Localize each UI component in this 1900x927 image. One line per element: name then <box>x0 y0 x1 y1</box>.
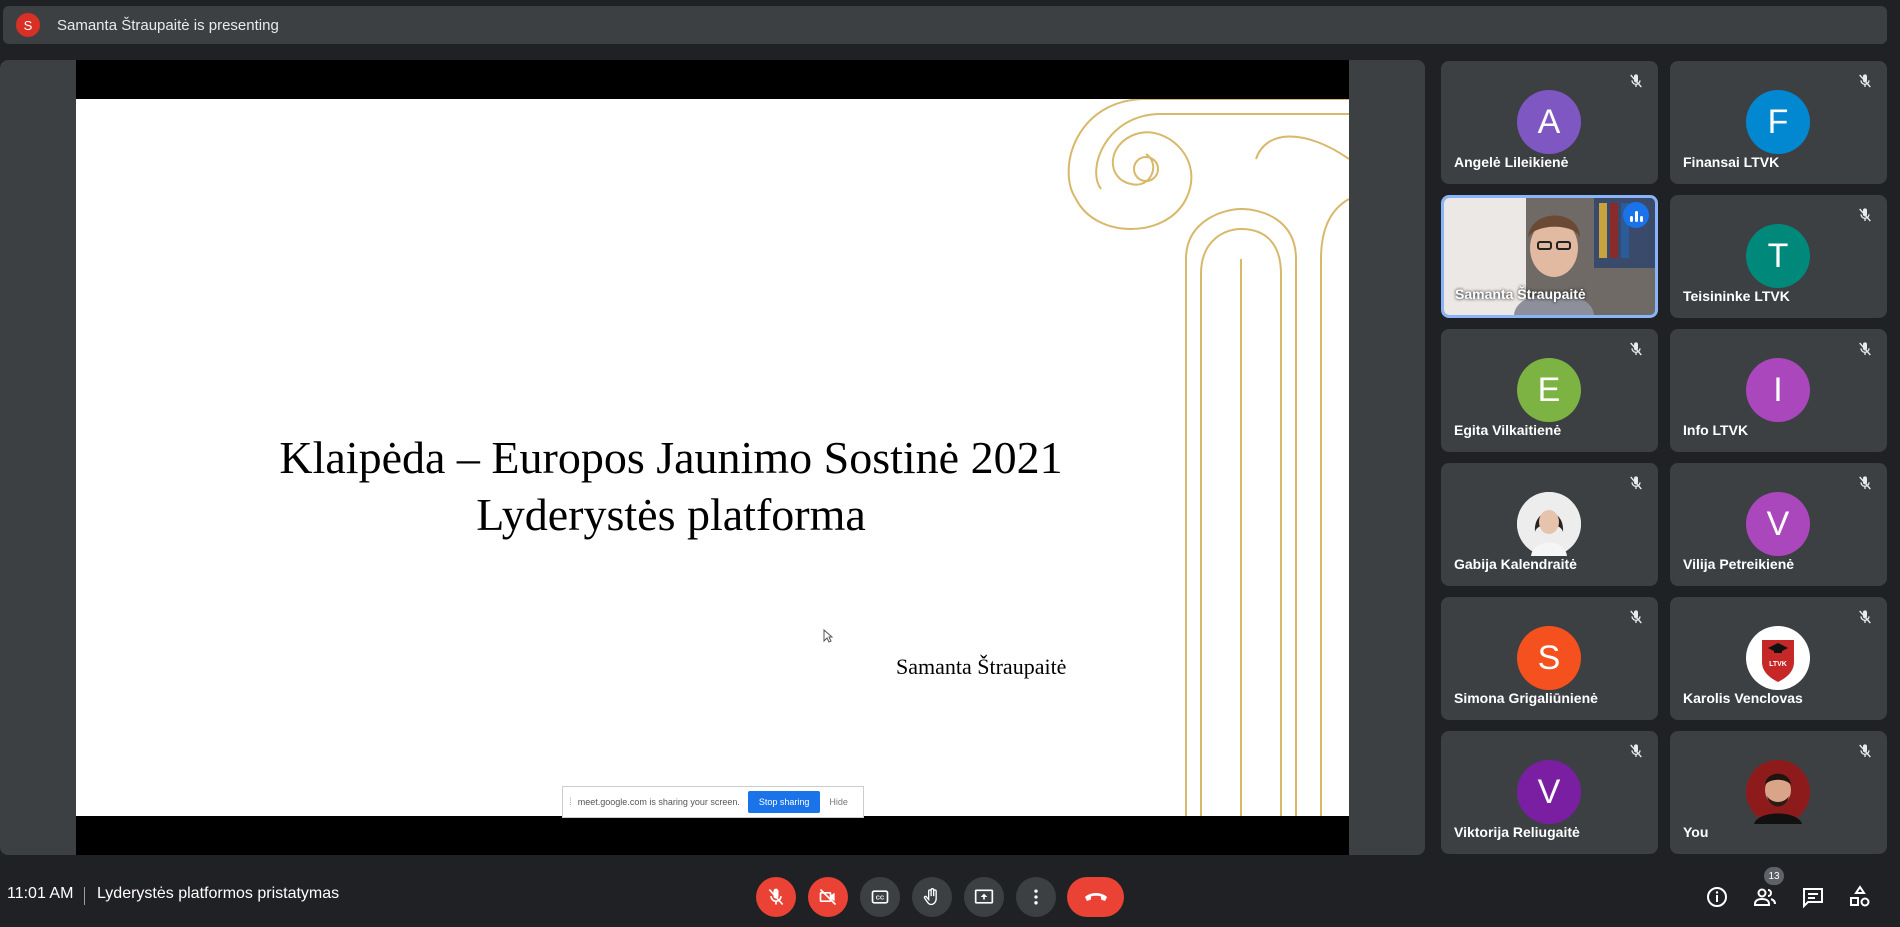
participant-tile[interactable]: F Finansai LTVK <box>1670 61 1887 184</box>
people-button[interactable] <box>1751 883 1779 911</box>
participant-tile[interactable]: E Egita Vilkaitienė <box>1441 329 1658 452</box>
participant-avatar: A <box>1517 90 1581 154</box>
more-options-button[interactable] <box>1016 877 1056 917</box>
participant-tile[interactable]: V Vilija Petreikienė <box>1670 463 1887 586</box>
participant-avatar: I <box>1746 358 1810 422</box>
participant-tile[interactable]: Gabija Kalendraitė <box>1441 463 1658 586</box>
mic-off-icon <box>1857 73 1873 94</box>
participant-avatar: F <box>1746 90 1810 154</box>
participant-name: You <box>1683 824 1709 840</box>
participant-name: Viktorija Reliugaitė <box>1454 824 1580 840</box>
slide-title-line2: Lyderystės platforma <box>476 489 866 540</box>
participant-avatar: S <box>1517 626 1581 690</box>
slide: Klaipėda – Europos Jaunimo Sostinė 2021 … <box>76 99 1349 816</box>
stop-sharing-button[interactable]: Stop sharing <box>747 791 821 813</box>
meeting-clock: 11:01 AM <box>7 885 74 902</box>
mic-off-icon <box>1628 475 1644 496</box>
mic-off-icon <box>1628 73 1644 94</box>
participant-name: Vilija Petreikienė <box>1683 556 1795 572</box>
mic-toggle-button[interactable] <box>756 877 796 917</box>
participant-tile[interactable]: S Simona Grigaliūnienė <box>1441 597 1658 720</box>
mic-off-icon <box>1628 743 1644 764</box>
participant-name: Simona Grigaliūnienė <box>1454 690 1598 706</box>
participant-tile[interactable]: Samanta Štraupaitė <box>1441 195 1658 318</box>
profile-photo <box>1517 492 1581 556</box>
people-icon <box>1754 888 1776 906</box>
mic-off-icon <box>1857 609 1873 630</box>
column-decoration <box>1067 99 1349 816</box>
speaking-indicator-icon <box>1623 202 1649 228</box>
participant-tile[interactable]: LTVK Karolis Venclovas <box>1670 597 1887 720</box>
divider <box>84 887 85 905</box>
chat-button[interactable] <box>1799 883 1827 911</box>
present-now-button[interactable] <box>964 877 1004 917</box>
shared-screen: Klaipėda – Europos Jaunimo Sostinė 2021 … <box>76 60 1349 855</box>
videocam-off-icon <box>819 888 837 906</box>
participant-name: Finansai LTVK <box>1683 154 1780 170</box>
mic-off-icon <box>1628 341 1644 362</box>
chat-icon <box>1803 888 1823 909</box>
slide-author: Samanta Štraupaitė <box>896 654 1067 679</box>
profile-photo <box>1746 760 1810 824</box>
organization-logo-icon: LTVK <box>1747 627 1809 689</box>
participant-count-badge: 13 <box>1764 867 1784 885</box>
participant-name: Karolis Venclovas <box>1683 690 1803 706</box>
mic-off-icon <box>1857 743 1873 764</box>
presenting-text: Samanta Štraupaitė is presenting <box>57 16 279 34</box>
leave-call-button[interactable] <box>1067 877 1124 917</box>
presentation-stage[interactable]: Klaipėda – Europos Jaunimo Sostinė 2021 … <box>0 60 1425 855</box>
svg-text:LTVK: LTVK <box>1769 661 1787 668</box>
raise-hand-icon <box>923 888 937 906</box>
more-vert-icon <box>1034 889 1038 905</box>
participant-name: Egita Vilkaitienė <box>1454 422 1562 438</box>
raise-hand-button[interactable] <box>912 877 952 917</box>
call-end-icon <box>1084 893 1107 901</box>
participant-avatar <box>1746 760 1810 824</box>
mic-off-icon <box>768 888 784 906</box>
hide-button[interactable]: Hide <box>829 797 848 807</box>
activities-button[interactable] <box>1846 883 1874 911</box>
participant-name: Angelė Lileikienė <box>1454 154 1569 170</box>
participant-name: Info LTVK <box>1683 422 1749 438</box>
participant-tile[interactable]: I Info LTVK <box>1670 329 1887 452</box>
slide-title-line1: Klaipėda – Europos Jaunimo Sostinė 2021 <box>279 432 1063 483</box>
mic-off-icon <box>1628 609 1644 630</box>
participant-tile[interactable]: You <box>1670 731 1887 854</box>
info-icon <box>1707 887 1727 907</box>
mouse-cursor-icon <box>823 629 833 643</box>
meeting-title: Lyderystės platformos pristatymas <box>97 885 340 902</box>
svg-text:CC: CC <box>876 896 885 902</box>
participant-name: Samanta Štraupaitė <box>1455 286 1586 302</box>
slide-title: Klaipėda – Europos Jaunimo Sostinė 2021 … <box>236 429 1106 543</box>
presenting-bar: S Samanta Štraupaitė is presenting <box>3 6 1887 44</box>
participant-tile[interactable]: A Angelė Lileikienė <box>1441 61 1658 184</box>
participant-avatar: E <box>1517 358 1581 422</box>
mic-off-icon <box>1857 341 1873 362</box>
participant-avatar <box>1517 492 1581 556</box>
closed-caption-icon: CC <box>871 890 889 904</box>
participant-tile[interactable]: V Viktorija Reliugaitė <box>1441 731 1658 854</box>
presenter-avatar: S <box>16 13 40 37</box>
participant-avatar: LTVK <box>1746 626 1810 690</box>
mic-off-icon <box>1857 475 1873 496</box>
camera-toggle-button[interactable] <box>808 877 848 917</box>
present-screen-icon <box>974 889 994 904</box>
meeting-details-button[interactable] <box>1703 883 1731 911</box>
screen-share-notice: ⁞ meet.google.com is sharing your screen… <box>562 786 864 818</box>
participant-avatar: V <box>1746 492 1810 556</box>
share-notice-text: meet.google.com is sharing your screen. <box>577 797 740 807</box>
activities-icon <box>1850 885 1870 907</box>
participant-name: Gabija Kalendraitė <box>1454 556 1577 572</box>
participant-avatar: V <box>1517 760 1581 824</box>
bottom-control-bar: 11:01 AM Lyderystės platformos pristatym… <box>0 867 1900 927</box>
participant-avatar: T <box>1746 224 1810 288</box>
participant-tile[interactable]: T Teisininke LTVK <box>1670 195 1887 318</box>
drag-handle-icon[interactable]: ⁞ <box>569 797 572 808</box>
mic-off-icon <box>1857 207 1873 228</box>
captions-button[interactable]: CC <box>860 877 900 917</box>
participant-name: Teisininke LTVK <box>1683 288 1790 304</box>
